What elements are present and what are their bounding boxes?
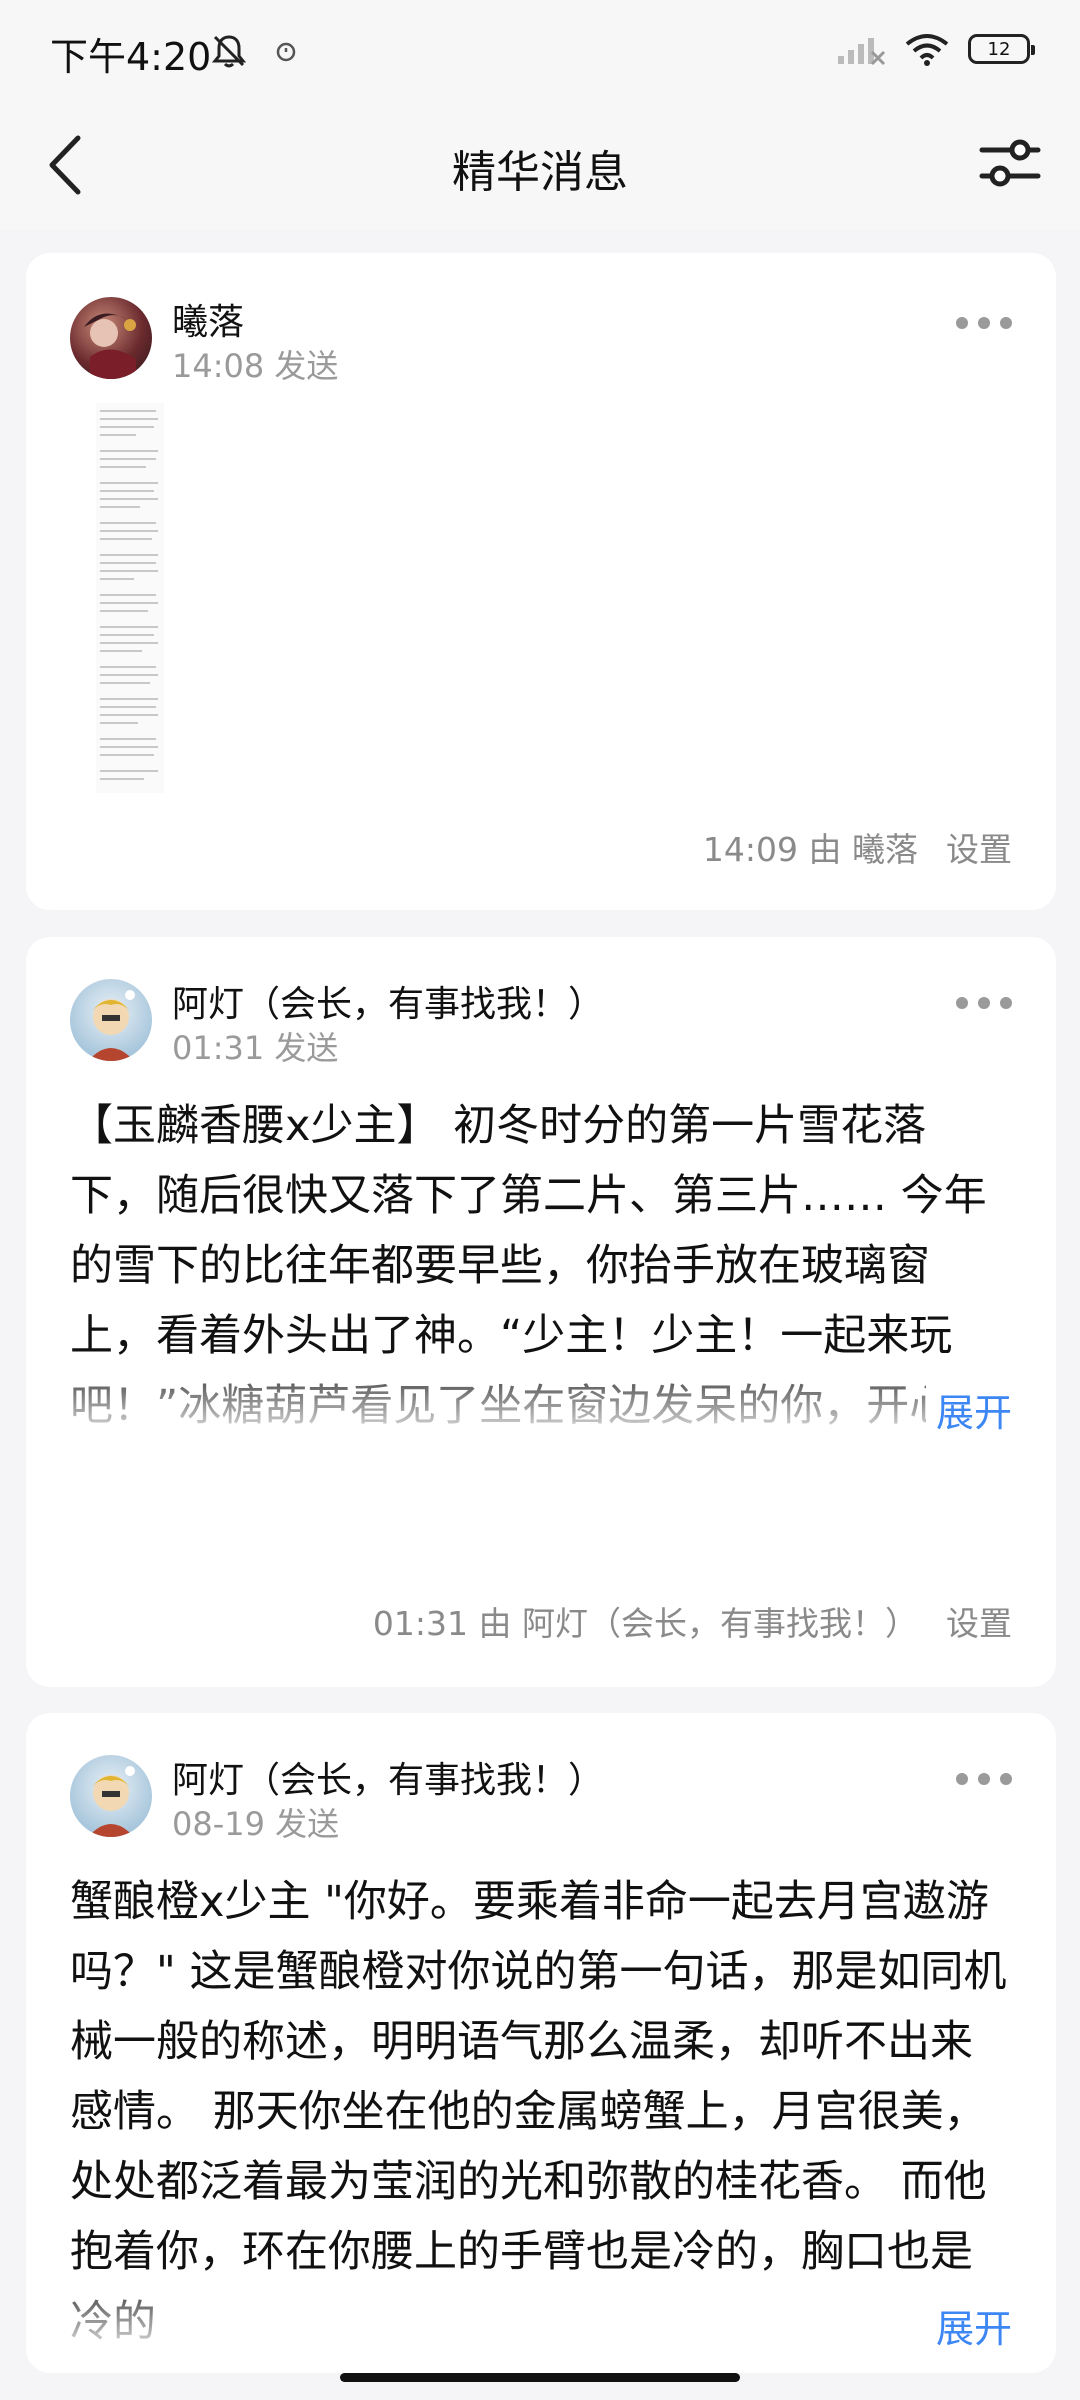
- more-options-icon[interactable]: [956, 1769, 1012, 1789]
- sender-name: 阿灯（会长，有事找我！）: [172, 984, 605, 1025]
- message-card[interactable]: 曦落 14:08 发送 14:09 由 曦落 设置: [26, 253, 1056, 910]
- page-title: 精华消息: [452, 147, 628, 198]
- signal-icon: [838, 38, 886, 66]
- battery-level: 12: [987, 38, 1011, 60]
- wifi-icon: [905, 34, 949, 66]
- setter-info: 01:31 由 阿灯（会长，有事找我！） 设置: [373, 1597, 1012, 1645]
- setter-text: 14:09 由 曦落: [702, 830, 918, 869]
- set-button[interactable]: 设置: [946, 830, 1012, 869]
- status-left-icons: [210, 32, 298, 70]
- status-bar: 下午4:20 12: [0, 0, 1080, 100]
- avatar-art-icon: [88, 990, 135, 1061]
- sender-name: 阿灯（会长，有事找我！）: [172, 1760, 605, 1801]
- status-time: 下午4:20: [50, 35, 212, 79]
- avatar-art-icon: [88, 1766, 135, 1837]
- nav-bar: 精华消息: [0, 100, 1080, 230]
- home-indicator[interactable]: [340, 2373, 740, 2382]
- image-attachment[interactable]: [96, 403, 164, 793]
- message-card[interactable]: 阿灯（会长，有事找我！） 08-19 发送 蟹酿橙x少主 "你好。要乘着非命一起…: [26, 1713, 1056, 2373]
- text-fade: [70, 1371, 1010, 1441]
- avatar[interactable]: [70, 979, 152, 1061]
- setter-info: 14:09 由 曦落 设置: [703, 823, 1012, 871]
- expand-button[interactable]: 展开: [925, 1382, 1012, 1437]
- battery-icon: 12: [968, 34, 1035, 64]
- avatar[interactable]: [70, 1755, 152, 1837]
- text-fade: [70, 2287, 1010, 2357]
- set-button[interactable]: 设置: [946, 1604, 1012, 1643]
- message-text: 蟹酿橙x少主 "你好。要乘着非命一起去月宫遨游吗？" 这是蟹酿橙对你说的第一句话…: [70, 1877, 1007, 2347]
- status-right: 12: [836, 32, 1035, 66]
- setter-text: 01:31 由 阿灯（会长，有事找我！）: [372, 1604, 918, 1643]
- mute-bell-icon: [211, 35, 247, 68]
- avatar[interactable]: [70, 297, 152, 379]
- more-options-icon[interactable]: [956, 313, 1012, 333]
- send-time: 08-19 发送: [172, 1805, 340, 1843]
- send-time: 01:31 发送: [172, 1029, 339, 1067]
- message-card[interactable]: 阿灯（会长，有事找我！） 01:31 发送 【玉麟香腰x少主】 初冬时分的第一片…: [26, 937, 1056, 1687]
- avatar-art-icon: [84, 313, 136, 379]
- sender-name: 曦落: [172, 302, 245, 343]
- sliders-icon[interactable]: [978, 128, 1042, 198]
- more-options-icon[interactable]: [956, 993, 1012, 1013]
- expand-button[interactable]: 展开: [925, 2298, 1012, 2353]
- document-image-icon: [100, 410, 158, 780]
- send-time: 14:08 发送: [172, 347, 339, 385]
- alarm-icon: [276, 42, 296, 62]
